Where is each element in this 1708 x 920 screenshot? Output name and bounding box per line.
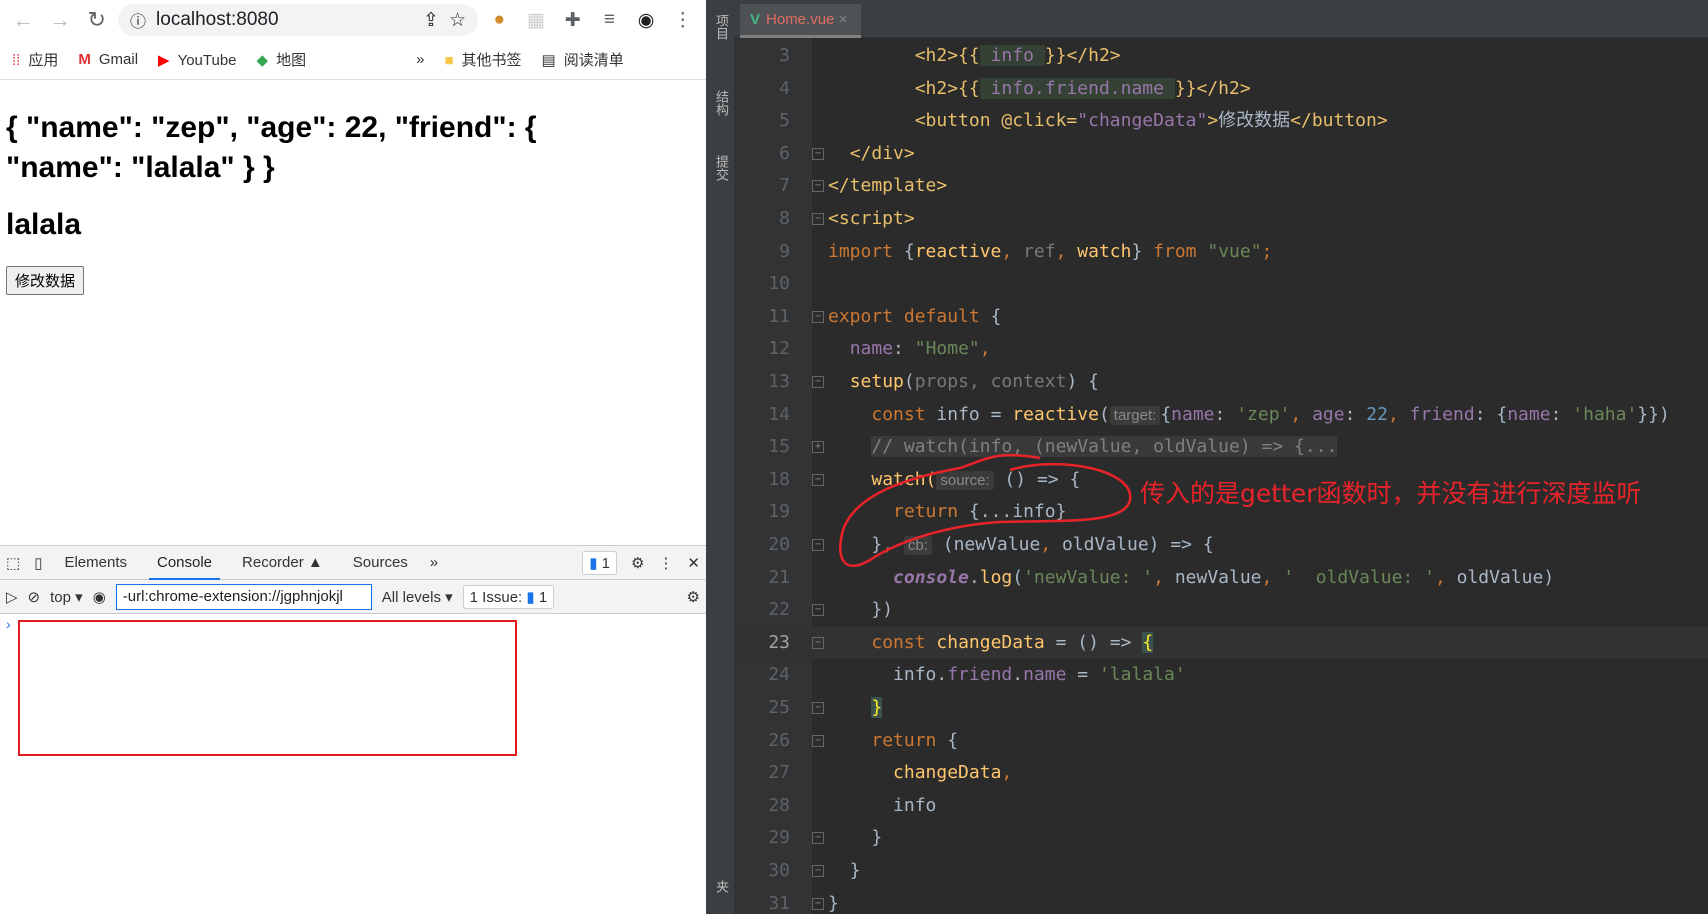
annotation-loop bbox=[839, 453, 1132, 567]
annotation-text: 传入的是getter函数时，并没有进行深度监听 bbox=[1140, 479, 1642, 508]
annotation-circle bbox=[839, 453, 1132, 567]
